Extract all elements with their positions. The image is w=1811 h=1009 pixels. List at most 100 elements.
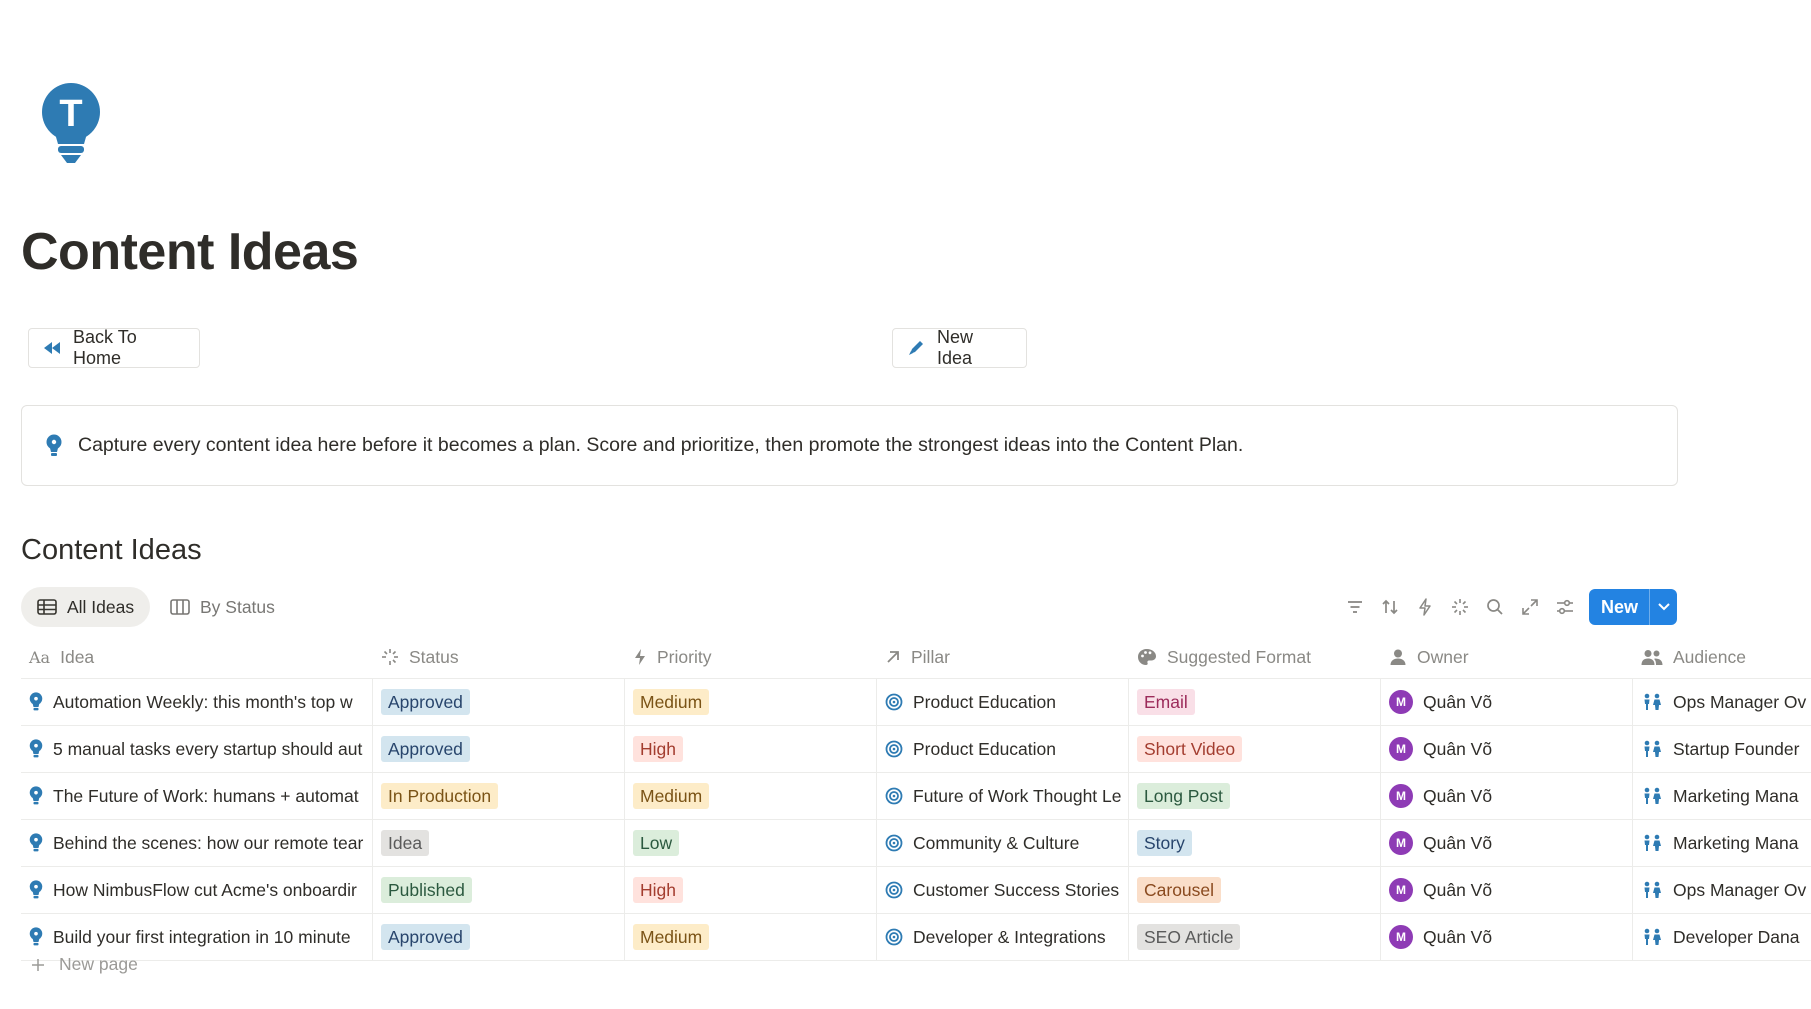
column-header-suggested-format[interactable]: Suggested Format [1129,636,1381,678]
cell-status[interactable]: In Production [373,773,625,819]
cell-audience[interactable]: Startup Founder [1633,726,1811,772]
lightbulb-icon [29,739,43,759]
board-icon [170,599,190,615]
new-idea-label: New Idea [937,327,974,368]
view-tab-by-status[interactable]: By Status [154,587,291,627]
column-header-idea[interactable]: Aa Idea [21,636,373,678]
cell-audience[interactable]: Marketing Mana [1633,773,1811,819]
target-icon [885,787,903,805]
cell-priority[interactable]: Low [625,820,877,866]
status-icon [381,648,399,666]
table-row[interactable]: Build your first integration in 10 minut… [21,914,1811,961]
column-header-status[interactable]: Status [373,636,625,678]
cell-audience[interactable]: Developer Dana [1633,914,1811,960]
cell-status[interactable]: Approved [373,914,625,960]
cell-owner[interactable]: M Quân Võ [1381,820,1633,866]
status-tag: Approved [381,689,470,715]
column-header-pillar[interactable]: Pillar [877,636,1129,678]
cell-owner[interactable]: M Quân Võ [1381,867,1633,913]
cell-idea[interactable]: 5 manual tasks every startup should aut [21,726,373,772]
cell-priority[interactable]: Medium [625,914,877,960]
back-to-home-button[interactable]: Back To Home [28,327,200,368]
automation-icon[interactable] [1414,596,1436,618]
audience-text: Marketing Mana [1673,832,1799,853]
format-tag: Email [1137,689,1195,715]
cell-pillar[interactable]: Future of Work Thought Le [877,773,1129,819]
status-tag: Approved [381,736,470,762]
table-row[interactable]: The Future of Work: humans + automat In P… [21,773,1811,820]
cell-audience[interactable]: Marketing Mana [1633,820,1811,866]
chevron-down-icon[interactable] [1650,602,1677,612]
cell-audience[interactable]: Ops Manager Ov [1633,679,1811,725]
idea-text: How NimbusFlow cut Acme's onboardir [53,879,357,900]
view-tab-label: All Ideas [67,596,135,617]
relation-arrow-icon [885,649,901,665]
cell-idea[interactable]: How NimbusFlow cut Acme's onboardir [21,867,373,913]
table-row[interactable]: Behind the scenes: how our remote tear Id… [21,820,1811,867]
cell-format[interactable]: Carousel [1129,867,1381,913]
people-icon [1641,881,1663,899]
cell-pillar[interactable]: Developer & Integrations [877,914,1129,960]
search-icon[interactable] [1484,596,1506,618]
filter-icon[interactable] [1344,596,1366,618]
lightbulb-icon [46,434,62,458]
callout-text: Capture every content idea here before i… [78,434,1244,456]
people-icon [1641,693,1663,711]
priority-tag: High [633,877,683,903]
cell-format[interactable]: Short Video [1129,726,1381,772]
page-icon-lightbulb[interactable]: T [40,82,102,166]
page-title[interactable]: Content Ideas [21,222,359,282]
cell-owner[interactable]: M Quân Võ [1381,914,1633,960]
cell-status[interactable]: Approved [373,679,625,725]
cell-priority[interactable]: High [625,726,877,772]
audience-text: Developer Dana [1673,926,1800,947]
column-label: Owner [1417,646,1469,667]
cell-priority[interactable]: Medium [625,773,877,819]
cell-pillar[interactable]: Community & Culture [877,820,1129,866]
new-record-button[interactable]: New [1589,589,1677,625]
people-icon [1641,787,1663,805]
cell-priority[interactable]: High [625,867,877,913]
new-idea-button[interactable]: New Idea [892,327,1027,368]
avatar: M [1389,784,1413,808]
cell-status[interactable]: Approved [373,726,625,772]
settings-icon[interactable] [1554,596,1576,618]
audience-text: Marketing Mana [1673,785,1799,806]
cell-status[interactable]: Idea [373,820,625,866]
table-row[interactable]: 5 manual tasks every startup should aut A… [21,726,1811,773]
view-tab-all-ideas[interactable]: All Ideas [21,587,151,627]
cell-format[interactable]: Long Post [1129,773,1381,819]
cell-audience[interactable]: Ops Manager Ov [1633,867,1811,913]
cell-idea[interactable]: The Future of Work: humans + automat [21,773,373,819]
table-row[interactable]: Automation Weekly: this month's top w App… [21,679,1811,726]
column-header-owner[interactable]: Owner [1381,636,1633,678]
column-header-audience[interactable]: Audience [1633,636,1811,678]
expand-icon[interactable] [1519,596,1541,618]
cell-owner[interactable]: M Quân Võ [1381,679,1633,725]
cell-idea[interactable]: Behind the scenes: how our remote tear [21,820,373,866]
cell-format[interactable]: SEO Article [1129,914,1381,960]
avatar: M [1389,878,1413,902]
cell-owner[interactable]: M Quân Võ [1381,726,1633,772]
cell-pillar[interactable]: Customer Success Stories [877,867,1129,913]
status-tag: In Production [381,783,499,809]
database-title[interactable]: Content Ideas [21,534,202,567]
cell-pillar[interactable]: Product Education [877,726,1129,772]
cell-priority[interactable]: Medium [625,679,877,725]
new-page-button[interactable]: New page [31,954,138,975]
table-row[interactable]: How NimbusFlow cut Acme's onboardir Publi… [21,867,1811,914]
sort-icon[interactable] [1379,596,1401,618]
column-header-priority[interactable]: Priority [625,636,877,678]
cell-format[interactable]: Email [1129,679,1381,725]
callout: Capture every content idea here before i… [21,405,1678,486]
cell-idea[interactable]: Automation Weekly: this month's top w [21,679,373,725]
status-tag: Idea [381,830,430,856]
cell-format[interactable]: Story [1129,820,1381,866]
lightbulb-icon [29,880,43,900]
people-icon [1641,740,1663,758]
cell-pillar[interactable]: Product Education [877,679,1129,725]
ai-sparkle-icon[interactable] [1449,596,1471,618]
people-icon [1641,928,1663,946]
cell-status[interactable]: Published [373,867,625,913]
cell-owner[interactable]: M Quân Võ [1381,773,1633,819]
